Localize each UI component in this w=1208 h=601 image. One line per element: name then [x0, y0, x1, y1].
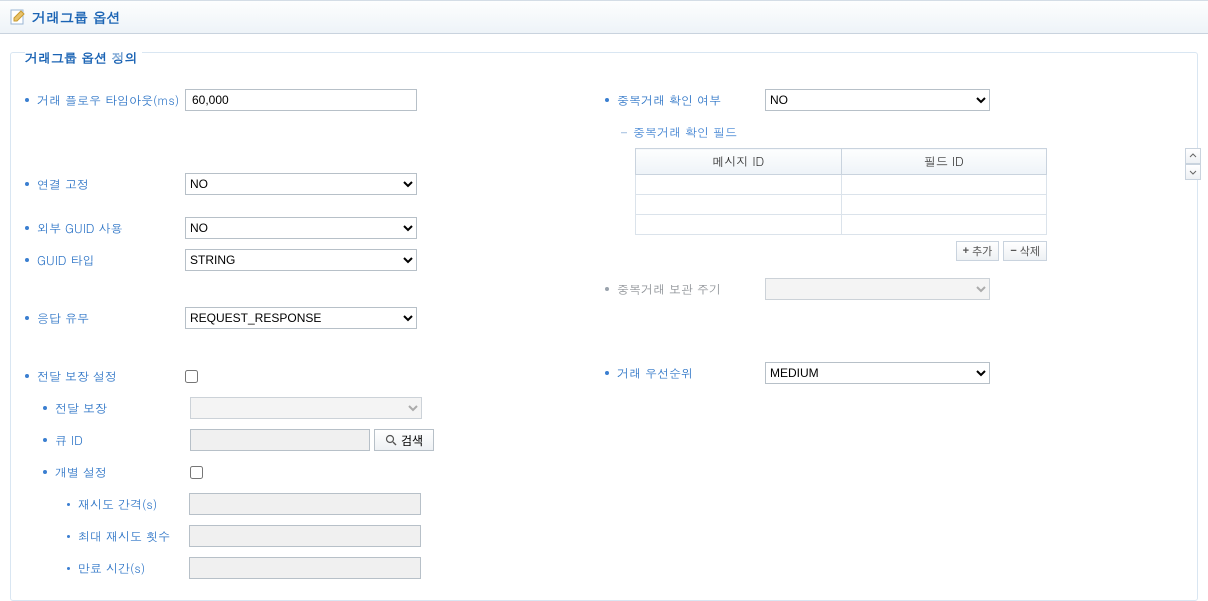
- bullet-icon: [43, 470, 47, 474]
- individual-checkbox[interactable]: [190, 466, 203, 479]
- row-retry-interval: 재시도 간격(s): [25, 490, 605, 518]
- label-conn-fixed: 연결 고정: [37, 176, 185, 193]
- max-retry-input[interactable]: [189, 525, 421, 547]
- expire-input[interactable]: [189, 557, 421, 579]
- label-max-retry: 최대 재시도 횟수: [78, 528, 189, 545]
- label-ext-guid: 외부 GUID 사용: [37, 220, 185, 237]
- label-dup-retain: 중복거래 보관 주기: [617, 281, 765, 298]
- label-dup-field: 중복거래 확인 필드: [633, 124, 737, 141]
- row-dup-check: 중복거래 확인 여부 NO: [605, 86, 1183, 114]
- label-delivery: 전달 보장 설정: [37, 368, 185, 385]
- dash-icon: –: [621, 124, 627, 141]
- label-expire: 만료 시간(s): [78, 560, 189, 577]
- chevron-down-icon: [1189, 168, 1197, 176]
- queue-id-input[interactable]: [190, 429, 370, 451]
- resp-type-select[interactable]: REQUEST_RESPONSE: [185, 307, 417, 329]
- row-max-retry: 최대 재시도 횟수: [25, 522, 605, 550]
- search-button[interactable]: 검색: [374, 429, 434, 451]
- table-row[interactable]: [636, 175, 1047, 195]
- bullet-icon: [25, 316, 29, 320]
- scroll-up-button[interactable]: [1185, 148, 1201, 164]
- dup-check-select[interactable]: NO: [765, 89, 990, 111]
- bullet-icon: [67, 503, 70, 506]
- dup-field-table: 메시지 ID 필드 ID: [635, 148, 1047, 235]
- row-delivery-sub: 전달 보장: [25, 394, 605, 422]
- scroll-down-button[interactable]: [1185, 164, 1201, 180]
- bullet-icon: [67, 535, 70, 538]
- row-priority: 거래 우선순위 MEDIUM: [605, 359, 1183, 387]
- table-row[interactable]: [636, 195, 1047, 215]
- minus-icon: −: [1010, 245, 1016, 257]
- edit-icon: [10, 9, 26, 25]
- label-guid-type: GUID 타입: [37, 252, 185, 269]
- row-dup-field: – 중복거래 확인 필드: [605, 120, 1183, 144]
- add-button-label: 추가: [972, 243, 992, 259]
- row-expire: 만료 시간(s): [25, 554, 605, 582]
- row-flow-timeout: 거래 플로우 타임아웃(ms): [25, 86, 605, 114]
- col-msgid: 메시지 ID: [636, 149, 842, 175]
- delivery-sub-select[interactable]: [190, 397, 422, 419]
- delete-button-label: 삭제: [1020, 243, 1040, 259]
- delete-button[interactable]: − 삭제: [1003, 241, 1047, 261]
- bullet-icon: [25, 182, 29, 186]
- bullet-icon: [605, 98, 609, 102]
- guid-type-select[interactable]: STRING: [185, 249, 417, 271]
- row-resp-type: 응답 유무 REQUEST_RESPONSE: [25, 304, 605, 332]
- bullet-icon: [25, 374, 29, 378]
- dup-retain-select[interactable]: [765, 278, 990, 300]
- page-title: 거래그룹 옵션: [32, 7, 121, 27]
- col-fieldid: 필드 ID: [841, 149, 1047, 175]
- plus-icon: +: [963, 245, 969, 257]
- label-dup-check: 중복거래 확인 여부: [617, 92, 765, 109]
- label-individual: 개별 설정: [55, 464, 190, 481]
- page-header: 거래그룹 옵션: [0, 0, 1208, 34]
- conn-fixed-select[interactable]: NO: [185, 173, 417, 195]
- delivery-checkbox[interactable]: [185, 370, 198, 383]
- label-flow-timeout: 거래 플로우 타임아웃(ms): [37, 92, 185, 109]
- definition-section: 거래그룹 옵션 정의 거래 플로우 타임아웃(ms) 연결 고정 NO 외: [10, 52, 1198, 601]
- search-button-label: 검색: [401, 432, 423, 449]
- table-row[interactable]: [636, 215, 1047, 235]
- chevron-up-icon: [1189, 152, 1197, 160]
- label-retry-interval: 재시도 간격(s): [78, 496, 189, 513]
- flow-timeout-input[interactable]: [185, 89, 417, 111]
- bullet-icon: [25, 98, 29, 102]
- bullet-icon: [605, 287, 609, 291]
- label-resp-type: 응답 유무: [37, 310, 185, 327]
- section-title: 거래그룹 옵션 정의: [25, 48, 142, 67]
- label-priority: 거래 우선순위: [617, 365, 765, 382]
- row-ext-guid: 외부 GUID 사용 NO: [25, 214, 605, 242]
- row-conn-fixed: 연결 고정 NO: [25, 170, 605, 198]
- bullet-icon: [67, 567, 70, 570]
- search-icon: [385, 434, 397, 446]
- bullet-icon: [25, 226, 29, 230]
- retry-interval-input[interactable]: [189, 493, 421, 515]
- row-individual: 개별 설정: [25, 458, 605, 486]
- bullet-icon: [43, 438, 47, 442]
- bullet-icon: [43, 406, 47, 410]
- label-queue-id: 큐 ID: [55, 432, 190, 449]
- row-guid-type: GUID 타입 STRING: [25, 246, 605, 274]
- bullet-icon: [605, 371, 609, 375]
- add-button[interactable]: + 추가: [956, 241, 1000, 261]
- row-delivery: 전달 보장 설정: [25, 362, 605, 390]
- label-delivery-sub: 전달 보장: [55, 400, 190, 417]
- ext-guid-select[interactable]: NO: [185, 217, 417, 239]
- row-queue-id: 큐 ID 검색: [25, 426, 605, 454]
- bullet-icon: [25, 258, 29, 262]
- priority-select[interactable]: MEDIUM: [765, 362, 990, 384]
- row-dup-retain: 중복거래 보관 주기: [605, 275, 1183, 303]
